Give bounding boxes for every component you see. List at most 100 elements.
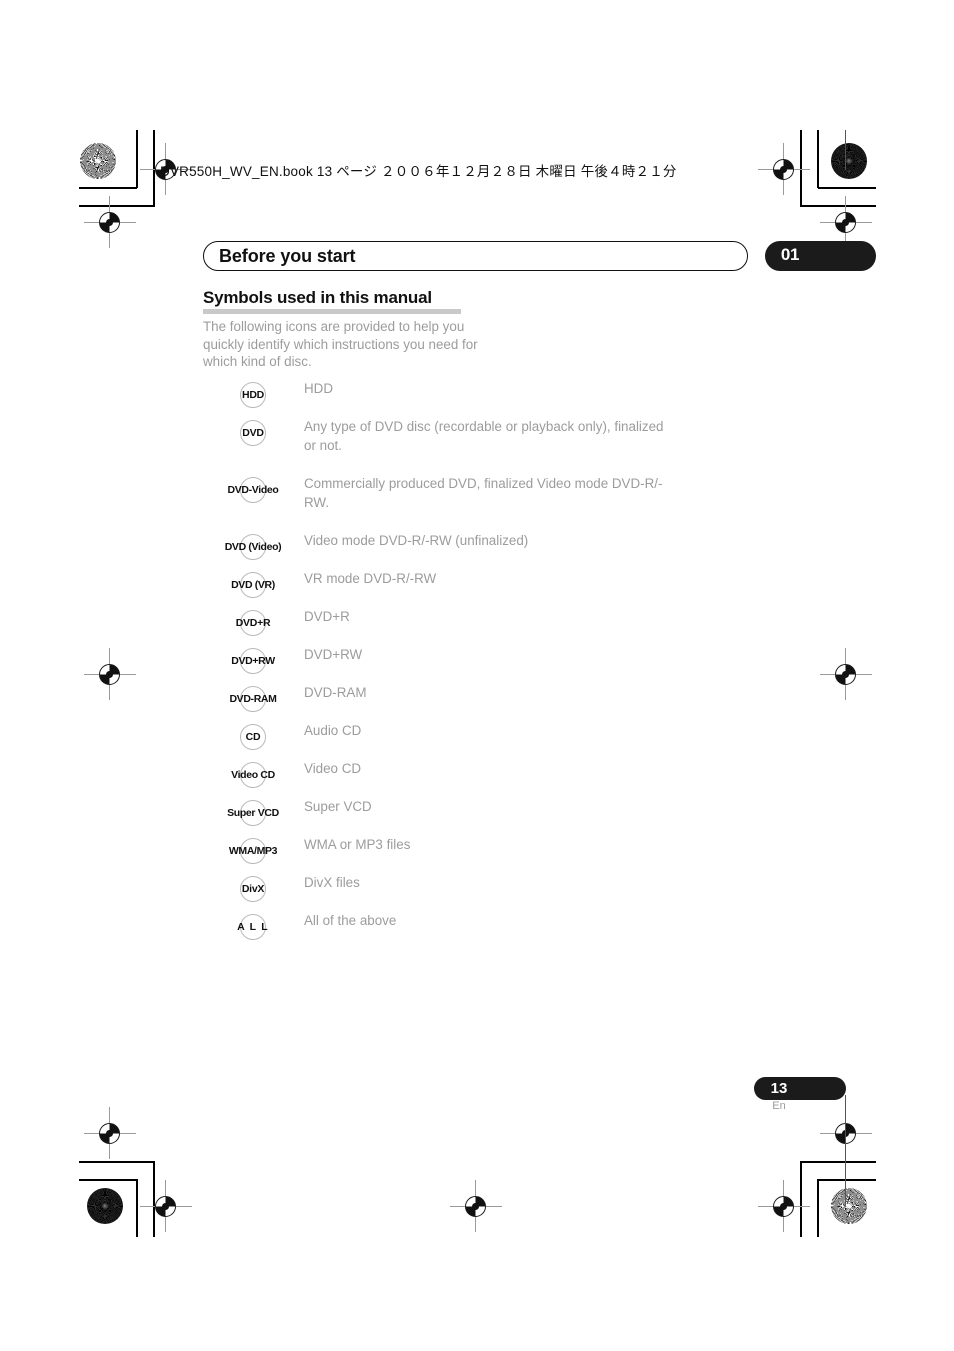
registration-target-left-upper [99, 212, 120, 233]
registration-target-bottom-center [465, 1196, 486, 1217]
disc-type-icon-label: CD [245, 731, 261, 744]
disc-type-icon: DVD-RAM [229, 686, 277, 713]
symbol-row: DVD-Video Commercially produced DVD, fina… [203, 475, 673, 513]
symbol-badge-cell: DVD (Video) [203, 532, 303, 564]
symbol-badge-cell: Super VCD [203, 798, 303, 830]
disc-type-icon: HDD [240, 382, 266, 408]
symbol-badge-cell: DVD+R [203, 608, 303, 640]
crop-mark-top-right-h2 [800, 205, 876, 207]
print-starburst-bottom-left [87, 1188, 123, 1224]
symbol-row: Video CD Video CD [203, 760, 673, 798]
disc-type-icon-label: A L L [237, 921, 269, 934]
symbol-row: DVD (VR) VR mode DVD-R/-RW [203, 570, 673, 608]
symbol-row: DVD+R DVD+R [203, 608, 673, 646]
disc-type-icon-label: DVD-RAM [229, 693, 277, 706]
disc-type-icon-label: DivX [241, 883, 265, 896]
crop-mark-bottom-left-v2 [136, 1179, 138, 1237]
section-intro-paragraph: The following icons are provided to help… [203, 319, 478, 369]
disc-type-icon-label: Super VCD [227, 807, 279, 820]
disc-type-icon-label: DVD (VR) [231, 579, 275, 592]
disc-type-icon-label: DVD+RW [231, 655, 275, 668]
disc-type-icon: Super VCD [227, 800, 279, 827]
disc-type-icon: DVD [240, 420, 266, 446]
print-starburst-top-left [80, 143, 116, 179]
crop-mark-top-left-v [136, 130, 138, 188]
crop-mark-bottom-left-v [153, 1161, 155, 1237]
page-guide-line-bottom [845, 1095, 846, 1205]
disc-type-icon: CD [240, 724, 266, 751]
disc-type-icon: DVD+RW [231, 648, 275, 675]
symbol-description: Audio CD [304, 723, 362, 739]
manual-page: DVR550H_WV_EN.book 13 ページ ２００６年１２月２８日 木曜… [0, 0, 954, 1351]
crop-mark-top-right-v [817, 130, 819, 188]
registration-target-top-right [773, 159, 794, 180]
symbol-row: DVD+RW DVD+RW [203, 646, 673, 684]
chapter-number: 01 [780, 245, 800, 264]
symbol-row: WMA/MP3 WMA or MP3 files [203, 836, 673, 874]
symbol-description: DivX files [304, 875, 360, 891]
symbol-description: DVD+R [304, 609, 350, 625]
disc-type-icon: DVD-Video [228, 477, 279, 504]
disc-type-icon-label: Video CD [231, 769, 275, 782]
symbol-row: DivX DivX files [203, 874, 673, 912]
symbol-badge-cell: DVD-RAM [203, 684, 303, 716]
symbol-row: DVD (Video) Video mode DVD-R/-RW (unfinal… [203, 532, 673, 570]
disc-type-icon: WMA/MP3 [229, 838, 278, 865]
crop-mark-top-left-h2 [79, 205, 155, 207]
disc-type-icon: DivX [240, 876, 266, 903]
symbol-badge-cell: HDD [203, 380, 303, 412]
section-heading: Symbols used in this manual [203, 288, 432, 307]
symbol-badge-cell: A L L [203, 912, 303, 944]
crop-mark-top-right-v2 [800, 130, 802, 206]
symbol-row: HDD HDD [203, 380, 673, 418]
symbol-row: DVD-RAM DVD-RAM [203, 684, 673, 722]
symbol-row: CD Audio CD [203, 722, 673, 760]
crop-mark-bottom-right-v2 [817, 1179, 819, 1237]
print-starburst-bottom-right [831, 1188, 867, 1224]
print-file-header: DVR550H_WV_EN.book 13 ページ ２００６年１２月２８日 木曜… [160, 164, 677, 179]
crop-mark-bottom-left-h2 [79, 1179, 137, 1181]
crop-mark-bottom-right-h2 [818, 1179, 876, 1181]
symbol-badge-cell: DVD-Video [203, 475, 303, 507]
symbol-description: DVD-RAM [304, 685, 367, 701]
symbol-description: DVD+RW [304, 647, 363, 663]
symbol-description: Commercially produced DVD, finalized Vid… [304, 476, 663, 510]
disc-type-icon-label: DVD (Video) [224, 541, 282, 554]
symbol-description: Video CD [304, 761, 362, 777]
chapter-title: Before you start [219, 246, 356, 266]
symbol-description: Super VCD [304, 799, 372, 815]
symbol-description: Any type of DVD disc (recordable or play… [304, 419, 664, 453]
symbol-badge-cell: CD [203, 722, 303, 754]
symbol-badge-cell: WMA/MP3 [203, 836, 303, 868]
disc-type-icon-label: DVD-Video [227, 483, 279, 496]
symbol-badge-cell: DivX [203, 874, 303, 906]
crop-mark-bottom-left-h [79, 1161, 155, 1163]
page-guide-line-top [845, 130, 846, 170]
registration-target-bottom-right [773, 1196, 794, 1217]
registration-target-right-upper [835, 212, 856, 233]
crop-mark-top-right-h [818, 187, 876, 189]
symbol-badge-cell: DVD (VR) [203, 570, 303, 602]
disc-type-icon: DVD (Video) [225, 534, 282, 561]
symbol-row: Super VCD Super VCD [203, 798, 673, 836]
symbol-description: HDD [304, 381, 334, 396]
disc-type-icon: Video CD [231, 762, 275, 789]
symbol-badge-cell: DVD+RW [203, 646, 303, 678]
disc-type-icon: DVD (VR) [231, 572, 275, 599]
registration-target-right-mid [835, 664, 856, 685]
crop-mark-bottom-right-h [800, 1161, 876, 1163]
symbol-legend-list: HDD HDD DVD Any type of DVD disc (recordabl… [203, 380, 673, 950]
symbol-row: A L L All of the above [203, 912, 673, 950]
print-starburst-top-right [831, 143, 867, 179]
symbol-row: DVD Any type of DVD disc (recordable or p… [203, 418, 673, 456]
registration-target-left-lower [99, 1123, 120, 1144]
symbol-description: WMA or MP3 files [304, 837, 411, 853]
disc-type-icon-label: WMA/MP3 [228, 845, 278, 858]
registration-target-left-mid [99, 664, 120, 685]
disc-type-icon-label: HDD [242, 388, 264, 401]
crop-mark-bottom-right-v [800, 1161, 802, 1237]
disc-type-icon-label: DVD+R [235, 617, 271, 630]
crop-mark-top-left-h [79, 187, 137, 189]
symbol-description: Video mode DVD-R/-RW (unfinalized) [304, 533, 529, 549]
section-underline-rule [203, 309, 461, 314]
